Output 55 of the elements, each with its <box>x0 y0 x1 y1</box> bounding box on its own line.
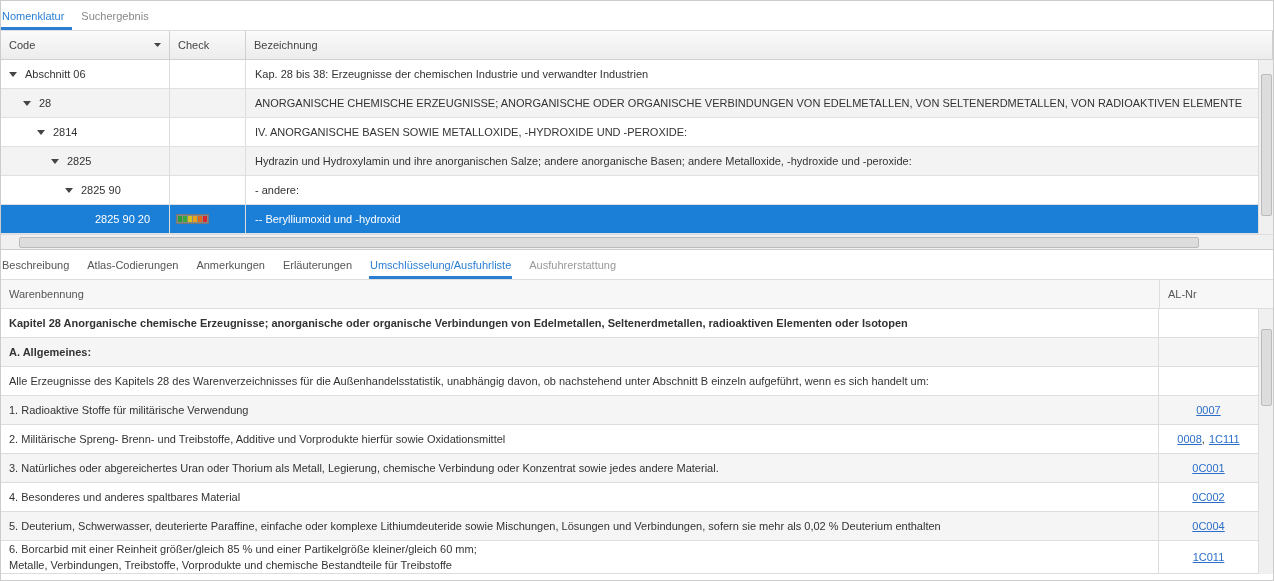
tab[interactable]: Beschreibung <box>1 250 71 279</box>
expand-icon[interactable] <box>23 100 31 106</box>
tree-row[interactable]: 2825 90 20 -- Berylliumoxid und -hydroxid <box>1 205 1258 234</box>
al-number-link[interactable]: 1C111 <box>1208 433 1240 445</box>
description-text: - andere: <box>255 184 300 196</box>
code-text: 2825 90 20 <box>95 213 151 225</box>
column-header[interactable]: Warenbennung <box>1 280 1159 308</box>
tree-row[interactable]: 28 ANORGANISCHE CHEMISCHE ERZEUGNISSE; ANORGANISCHE ODER ORGANISCHE VERBINDUNGEN VON EDELMETALLEN, VON SELTENERDMETALLEN, VON RADIOAKTIVEN ELEMENTE <box>1 89 1258 118</box>
table-cell-text: 1. Radioaktive Stoffe für militärische Verwendung <box>9 404 250 416</box>
code-text: 2825 <box>67 155 92 167</box>
al-number-link[interactable]: 0C002 <box>1192 491 1225 503</box>
column-header[interactable]: AL-Nr <box>1159 280 1273 308</box>
description-text: Hydrazin und Hydroxylamin und ihre anorganischen Salze; andere anorganische Basen; andere Metalloxide, -hydroxide und -peroxide: <box>255 155 912 167</box>
al-number-link[interactable]: 0C004 <box>1192 520 1225 532</box>
al-number-link[interactable]: 0007 <box>1196 404 1221 416</box>
description-text: -- Berylliumoxid und -hydroxid <box>255 213 401 225</box>
description-text: ANORGANISCHE CHEMISCHE ERZEUGNISSE; ANORGANISCHE ODER ORGANISCHE VERBINDUNGEN VON EDELMETALLEN, VON SELTENERDMETALLEN, VON RADIOAKTIVEN ELEMENTE <box>255 97 1243 109</box>
code-text: Abschnitt 06 <box>25 68 86 80</box>
tab[interactable]: Suchergebnis <box>80 1 157 30</box>
tree-row[interactable]: 2825 90 - andere: <box>1 176 1258 205</box>
expand-icon[interactable] <box>51 158 59 164</box>
table-cell-text: 4. Besonderes und anderes spaltbares Material <box>9 491 242 503</box>
description-text: IV. ANORGANISCHE BASEN SOWIE METALLOXIDE, -HYDROXIDE UND -PEROXIDE: <box>255 126 688 138</box>
expand-icon[interactable] <box>37 129 45 135</box>
separator-text: , <box>1201 433 1205 445</box>
column-header[interactable]: Check <box>170 31 246 59</box>
table-cell-text: 2. Militärische Spreng- Brenn- und Treibstoffe, Additive und Vorprodukte hierfür sowie Oxidationsmittel <box>9 433 507 445</box>
tree-row[interactable]: 2814 IV. ANORGANISCHE BASEN SOWIE METALLOXIDE, -HYDROXIDE UND -PEROXIDE: <box>1 118 1258 147</box>
al-number-link[interactable]: 1C011 <box>1192 551 1225 563</box>
table-cell-text: 5. Deuterium, Schwerwasser, deuterierte Paraffine, einfache oder komplexe Lithiumdeuteride sowie Mischungen, Lösungen und Verbindungen, sofern sie mehr als 0,02 % Deuterium enthalten <box>9 520 942 532</box>
code-text: 2814 <box>53 126 78 138</box>
column-header[interactable]: Code <box>1 31 170 59</box>
caret-icon <box>154 43 161 47</box>
table-cell-text: 6. Borcarbid mit einer Reinheit größer/gleich 85 % und einer Partikelgröße kleiner/gleich 60 mm; <box>9 543 478 555</box>
tab[interactable]: Atlas-Codierungen <box>86 250 180 279</box>
tree-row[interactable]: 2825 Hydrazin und Hydroxylamin und ihre anorganischen Salze; andere anorganische Basen; andere Metalloxide, -hydroxide und -peroxide: <box>1 147 1258 176</box>
table-cell-text: Kapitel 28 Anorganische chemische Erzeugnisse; anorganische oder organische Verbindungen von Edelmetallen, Seltenerdmetallen, radioaktiven Elementen oder Isotopen <box>9 317 909 329</box>
table-cell-text: A. Allgemeines: <box>9 346 93 358</box>
code-text: 2825 90 <box>81 184 121 196</box>
scrollbar[interactable] <box>1 234 1273 249</box>
expand-icon[interactable] <box>65 187 73 193</box>
expand-icon[interactable] <box>9 71 17 77</box>
table-cell-text: 3. Natürliches oder abgereichertes Uran oder Thorium als Metall, Legierung, chemische Verbindung oder Konzentrat sowie jedes andere Material. <box>9 462 720 474</box>
scrollbar[interactable] <box>1258 309 1273 574</box>
al-number-link[interactable]: 0008 <box>1177 433 1202 445</box>
tree-row[interactable]: Abschnitt 06 Kap. 28 bis 38: Erzeugnisse der chemischen Industrie und verwandter Industrien <box>1 60 1258 89</box>
al-number-link[interactable]: 0C001 <box>1192 462 1225 474</box>
tab[interactable]: Anmerkungen <box>195 250 266 279</box>
column-header[interactable]: Bezeichnung <box>246 31 1273 59</box>
tab[interactable]: Erläuterungen <box>281 250 353 279</box>
scrollbar[interactable] <box>1258 60 1273 234</box>
code-text: 28 <box>39 97 52 109</box>
table-cell-text: Metalle, Verbindungen, Treibstoffe, Vorprodukte und chemische Bestandteile für Treibstoffe <box>9 559 453 571</box>
description-text: Kap. 28 bis 38: Erzeugnisse der chemischen Industrie und verwandter Industrien <box>255 68 649 80</box>
table-cell-text: Alle Erzeugnisse des Kapitels 28 des Warenverzeichnisses für die Außenhandelsstatistik, unabhängig davon, ob nachstehend unter Abschnitt B einzeln aufgeführt, wenn es sich handelt um: <box>9 375 930 387</box>
